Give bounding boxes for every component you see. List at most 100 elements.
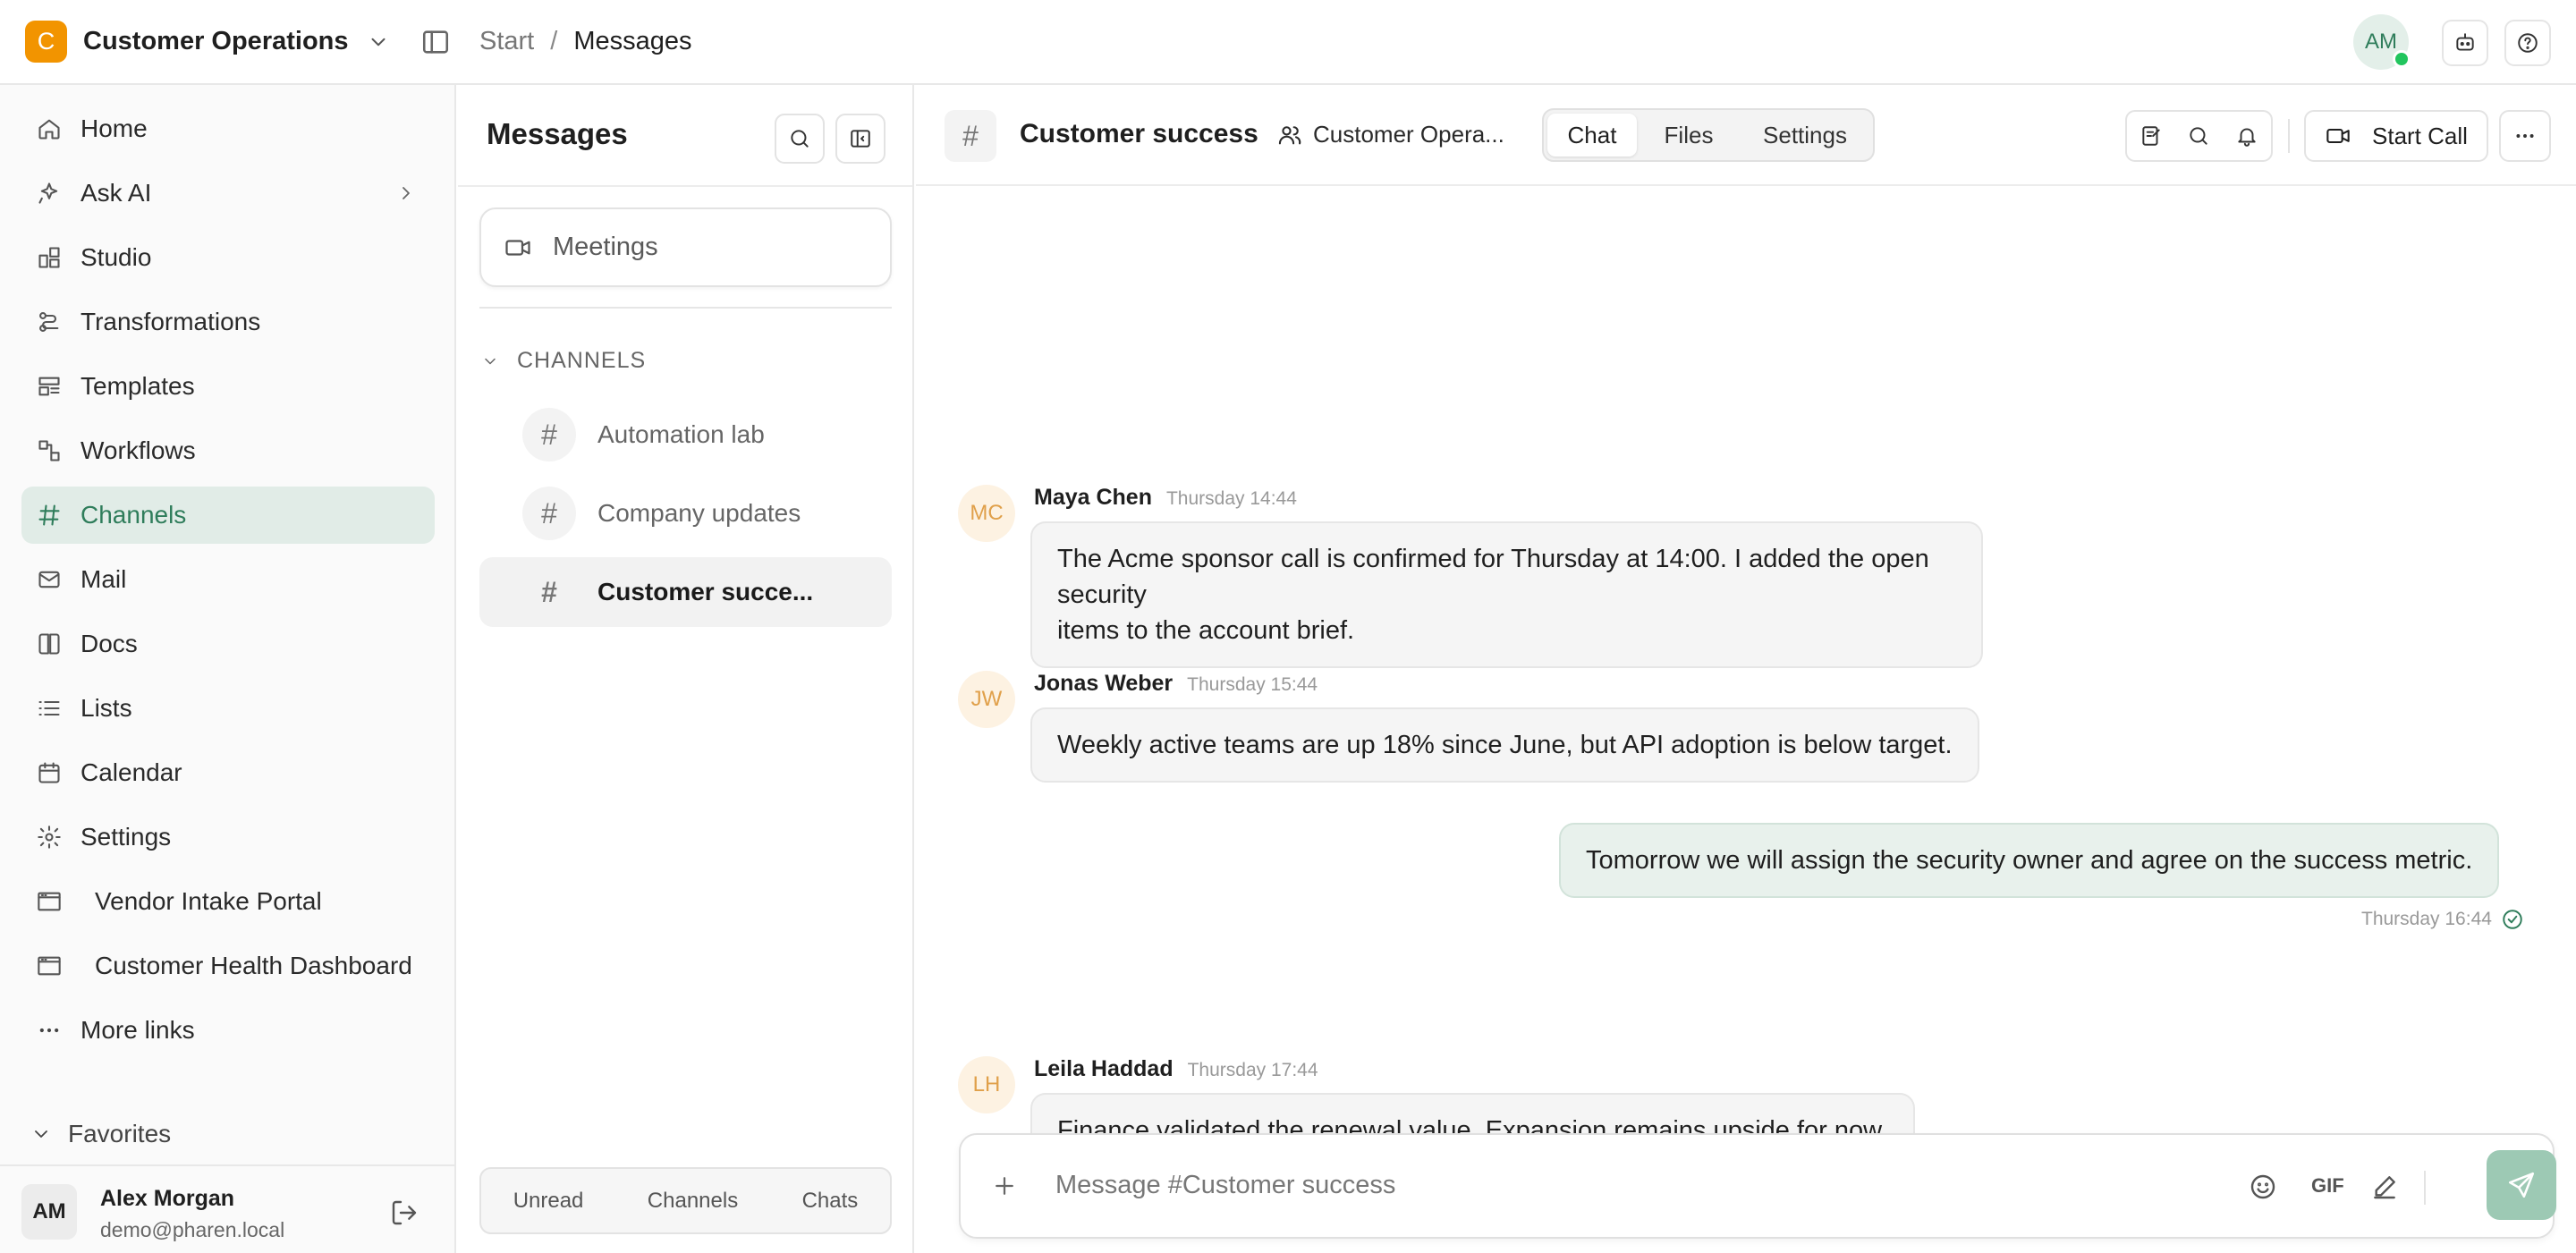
author-name[interactable]: Leila Haddad	[1034, 1056, 1174, 1081]
sidebar-item-label: Customer Health Dashboard	[95, 952, 412, 979]
message-timestamp: Thursday 17:44	[1187, 1060, 1318, 1080]
more-options-button[interactable]	[2499, 110, 2551, 162]
user-email: demo@pharen.local	[100, 1218, 285, 1241]
tab-channels[interactable]: Channels	[648, 1189, 738, 1214]
sidebar-item-ask-ai[interactable]: Ask AI	[21, 165, 435, 222]
message-filter-tabs: Unread Channels Chats	[479, 1167, 892, 1234]
sidebar-item-docs[interactable]: Docs	[21, 615, 435, 673]
collapse-panel-button[interactable]	[835, 114, 886, 164]
user-avatar[interactable]: AM	[2353, 14, 2411, 70]
divider	[458, 185, 912, 187]
own-message-bubble: Tomorrow we will assign the security own…	[1559, 823, 2500, 898]
search-messages-button[interactable]	[775, 114, 825, 164]
avatar[interactable]: JW	[958, 671, 1015, 728]
check-circle-icon	[2501, 908, 2524, 931]
sidebar-item-customer-health-dashboard[interactable]: Customer Health Dashboard	[21, 937, 435, 995]
channel-label: Customer succe...	[597, 578, 814, 605]
sidebar-item-workflows[interactable]: Workflows	[21, 422, 435, 479]
emoji-icon[interactable]	[2249, 1173, 2277, 1201]
plus-icon[interactable]	[991, 1173, 1018, 1199]
favorites-section-toggle[interactable]: Favorites	[30, 1120, 171, 1148]
sidebar-item-label: More links	[80, 1016, 195, 1044]
sidebar-item-calendar[interactable]: Calendar	[21, 744, 435, 801]
app-window-icon	[36, 888, 63, 915]
assistant-bot-button[interactable]	[2442, 20, 2488, 66]
workspace-name: Customer Operations	[83, 27, 349, 55]
breadcrumb-current: Messages	[573, 27, 692, 55]
channels-heading: CHANNELS	[517, 348, 647, 373]
search-icon[interactable]	[2187, 124, 2210, 148]
sidebar-item-templates[interactable]: Templates	[21, 358, 435, 415]
sidebar-user-footer: AM Alex Morgan demo@pharen.local	[0, 1164, 454, 1253]
tab-chat[interactable]: Chat	[1547, 114, 1637, 157]
gif-button[interactable]: GIF	[2311, 1174, 2344, 1198]
studio-icon	[36, 244, 63, 271]
hash-icon: #	[522, 408, 576, 461]
message-bubble: The Acme sponsor call is confirmed for T…	[1030, 521, 1983, 668]
top-bar: C Customer Operations Start / Messages A…	[0, 0, 2576, 85]
bell-icon[interactable]	[2235, 124, 2258, 148]
sidebar-item-channels[interactable]: Channels	[21, 487, 435, 544]
sidebar-item-settings[interactable]: Settings	[21, 809, 435, 866]
sidebar-item-label: Calendar	[80, 758, 182, 786]
message-author: Jonas Weber Thursday 15:44	[1034, 671, 1318, 697]
sidebar-item-home[interactable]: Home	[21, 100, 435, 157]
divider	[479, 307, 892, 309]
message-composer: Message #Customer success GIF	[959, 1133, 2556, 1239]
messages-panel: Messages Meetings CHANNELS # Automation …	[458, 85, 914, 1253]
workspace-switcher[interactable]: C Customer Operations	[25, 21, 390, 63]
sidebar-toggle-icon[interactable]	[420, 27, 451, 57]
hash-icon: #	[541, 575, 557, 608]
notes-icon[interactable]	[2140, 124, 2163, 148]
avatar[interactable]: MC	[958, 485, 1015, 542]
sidebar-item-transformations[interactable]: Transformations	[21, 293, 435, 351]
sidebar-item-label: Docs	[80, 630, 138, 657]
channel-item-company-updates[interactable]: # Company updates	[479, 478, 892, 548]
chevron-right-icon	[395, 182, 417, 204]
sidebar-item-mail[interactable]: Mail	[21, 551, 435, 608]
start-call-button[interactable]: Start Call	[2304, 110, 2488, 162]
channels-section-toggle[interactable]: CHANNELS	[481, 348, 646, 374]
channel-item-automation-lab[interactable]: # Automation lab	[479, 400, 892, 470]
tab-files[interactable]: Files	[1637, 114, 1741, 157]
message-text-line: items to the account brief.	[1057, 616, 1355, 645]
meetings-button[interactable]: Meetings	[479, 207, 892, 287]
book-icon	[36, 631, 63, 657]
sidebar: Home Ask AI Studio Transformations Templ…	[0, 85, 456, 1253]
pen-icon[interactable]	[2370, 1173, 2399, 1201]
sidebar-item-label: Channels	[80, 501, 187, 529]
list-icon	[36, 695, 63, 722]
help-button[interactable]	[2504, 20, 2551, 66]
avatar[interactable]: LH	[958, 1056, 1015, 1113]
chat-view-tabs: Chat Files Settings	[1542, 108, 1875, 162]
tab-settings[interactable]: Settings	[1741, 114, 1869, 157]
users-icon	[1277, 123, 1302, 148]
avatar[interactable]: AM	[21, 1184, 77, 1240]
divider	[2424, 1171, 2426, 1205]
chat-tool-group	[2125, 110, 2273, 162]
sidebar-item-more-links[interactable]: More links	[21, 1002, 435, 1059]
logout-icon[interactable]	[390, 1198, 419, 1227]
message-text-line: The Acme sponsor call is confirmed for T…	[1057, 545, 1929, 609]
team-link[interactable]: Customer Opera...	[1277, 121, 1504, 148]
send-button[interactable]	[2487, 1150, 2556, 1220]
user-avatar-initials: AM	[2365, 30, 2397, 54]
sidebar-item-vendor-intake-portal[interactable]: Vendor Intake Portal	[21, 873, 435, 930]
sidebar-item-label: Home	[80, 114, 148, 142]
app-window-icon	[36, 952, 63, 979]
team-label: Customer Opera...	[1313, 121, 1504, 148]
tab-unread[interactable]: Unread	[513, 1189, 584, 1214]
message-bubble: Weekly active teams are up 18% since Jun…	[1030, 707, 1979, 783]
sidebar-item-studio[interactable]: Studio	[21, 229, 435, 286]
channel-item-customer-success[interactable]: # Customer succe...	[479, 557, 892, 627]
sidebar-item-label: Lists	[80, 694, 132, 722]
tab-chats[interactable]: Chats	[802, 1189, 859, 1214]
breadcrumb-start[interactable]: Start	[479, 27, 534, 56]
author-name[interactable]: Maya Chen	[1034, 485, 1152, 510]
author-name[interactable]: Jonas Weber	[1034, 671, 1173, 696]
message-input[interactable]: Message #Customer success	[1055, 1171, 1395, 1200]
hash-icon: #	[945, 110, 996, 162]
panel-collapse-icon	[851, 130, 870, 148]
sidebar-item-lists[interactable]: Lists	[21, 680, 435, 737]
dots-icon	[2516, 134, 2534, 138]
